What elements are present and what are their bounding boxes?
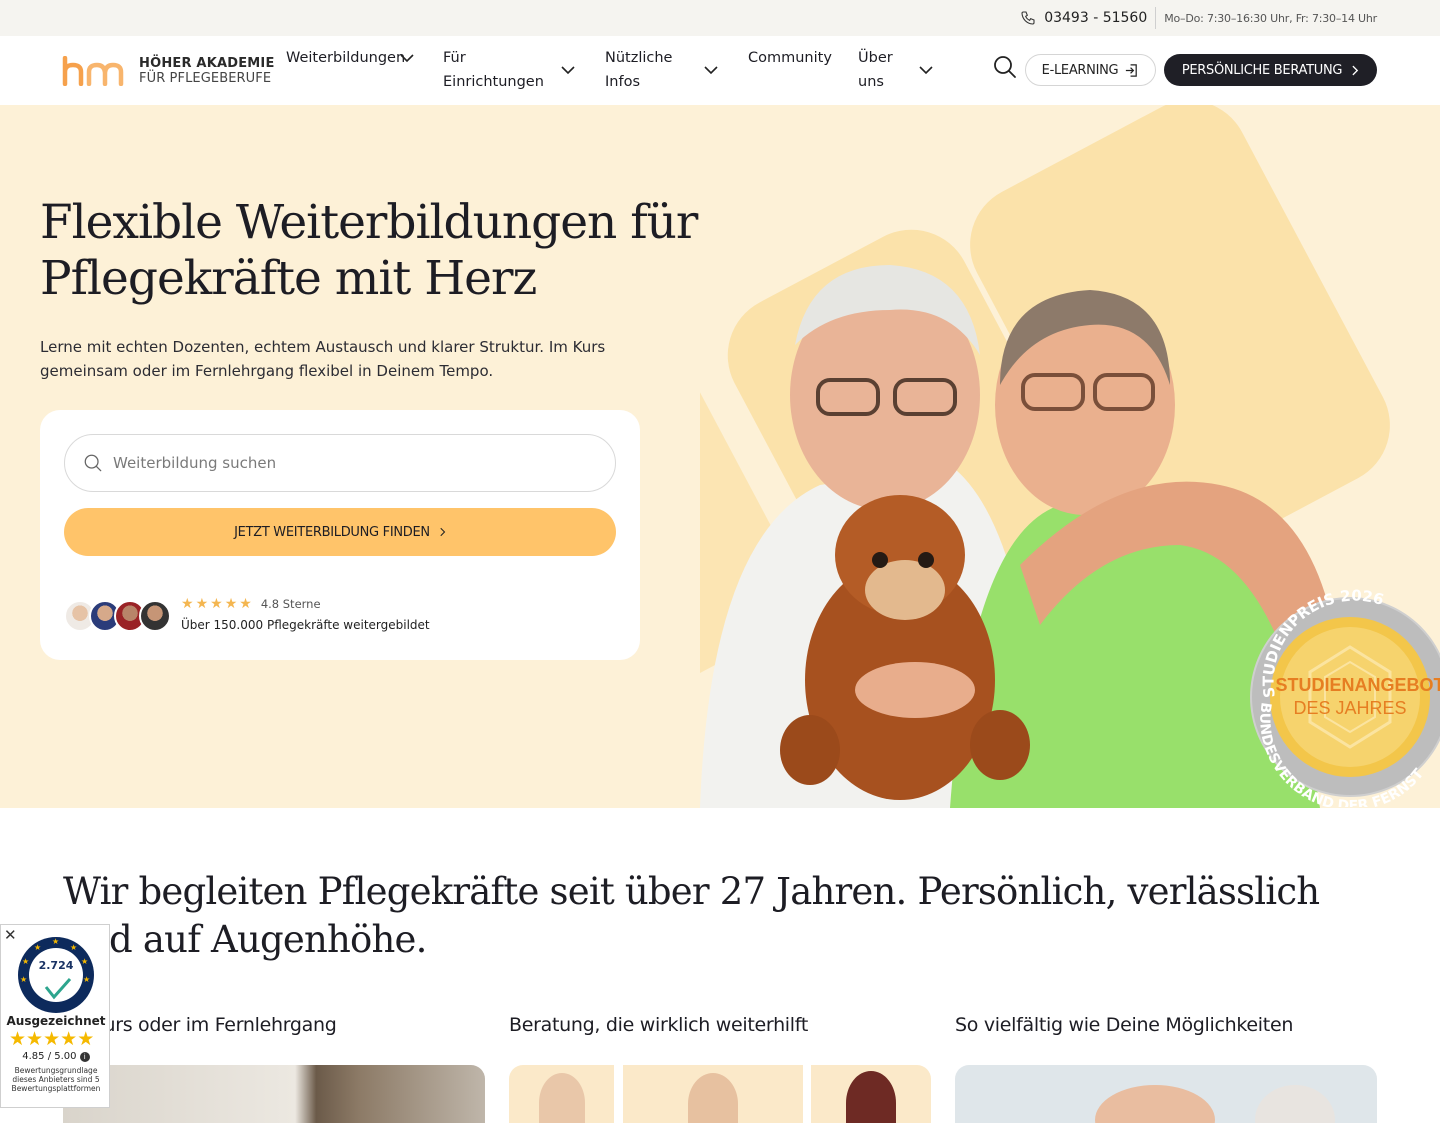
phone-link[interactable]: 03493 - 51560 <box>1020 7 1157 29</box>
phone-number: 03493 - 51560 <box>1044 10 1148 26</box>
chevron-down-icon <box>704 66 718 75</box>
star-icon: ★ <box>77 1028 95 1050</box>
nav-label: Weiterbildungen <box>286 50 406 66</box>
advisor-face <box>539 1073 585 1123</box>
consult-label: PERSÖNLICHE BERATUNG <box>1181 62 1343 78</box>
trust-stars: ★ ★ ★ ★ ★ <box>9 1030 94 1049</box>
search-button[interactable] <box>992 54 1018 80</box>
logo-line1: HÖHER AKADEMIE <box>139 55 275 71</box>
advisor-photo <box>623 1065 803 1123</box>
chevron-right-icon <box>1352 65 1359 75</box>
course-search-input[interactable] <box>113 454 593 472</box>
trust-score: 4.85 / 5.00 i <box>1 1051 111 1062</box>
nav-label: Für Einrichtungen <box>443 50 544 90</box>
possibilities-image[interactable] <box>955 1065 1377 1123</box>
logo-mark-icon <box>62 56 124 86</box>
trust-score-value: 4.85 / 5.00 <box>22 1051 77 1062</box>
info-icon[interactable]: i <box>79 1052 90 1062</box>
trusted-seal-icon: ★★★★ ★★★ <box>18 937 94 1013</box>
nav-label: Über uns <box>858 50 893 90</box>
login-icon <box>1126 63 1138 77</box>
logo[interactable]: HÖHER AKADEMIE FÜR PFLEGEBERUFE <box>62 56 275 86</box>
svg-text:★: ★ <box>20 975 27 984</box>
search-field-wrapper[interactable] <box>64 434 616 492</box>
search-card: JETZT WEITERBILDUNG FINDEN ★★★★★ 4.8 Ste… <box>40 410 640 660</box>
chevron-down-icon <box>561 66 575 75</box>
column-title: Beratung, die wirklich weiterhilft <box>509 1014 808 1036</box>
svg-text:★: ★ <box>34 943 41 952</box>
main-header: HÖHER AKADEMIE FÜR PFLEGEBERUFE Weiterbi… <box>0 36 1440 105</box>
star-icon: ★ <box>210 596 223 612</box>
svg-text:★: ★ <box>83 975 90 984</box>
svg-text:★: ★ <box>70 943 77 952</box>
section-title: Wir begleiten Pflegekräfte seit über 27 … <box>63 870 1320 961</box>
trusted-shops-widget[interactable]: ✕ ★ ★ ★ ★ ★ ★ ★ 2.724 Ausgezeichnet ★ ★ ★ ★ ★ 4.8… <box>0 924 110 1108</box>
star-icon: ★ <box>9 1028 27 1050</box>
nav-label: Community <box>748 50 832 66</box>
search-icon <box>84 454 102 472</box>
personal-consultation-button[interactable]: PERSÖNLICHE BERATUNG <box>1164 54 1377 86</box>
hero-subtitle: Lerne mit echten Dozenten, echtem Austau… <box>40 338 606 380</box>
logo-text: HÖHER AKADEMIE FÜR PFLEGEBERUFE <box>139 55 275 86</box>
trained-count: Über 150.000 Pflegekräfte weitergebildet <box>181 618 430 632</box>
star-icon: ★ <box>195 596 209 612</box>
logo-line2: FÜR PFLEGEBERUFE <box>139 70 272 86</box>
student-avatars <box>64 600 171 632</box>
find-course-label: JETZT WEITERBILDUNG FINDEN <box>234 524 430 540</box>
star-icon: ★ <box>60 1028 78 1050</box>
nav-fuer-einrichtungen[interactable]: Für Einrichtungen <box>443 46 575 94</box>
nav-ueber-uns[interactable]: Über uns <box>858 46 933 94</box>
star-icon: ★ <box>43 1028 61 1050</box>
trust-note: Bewertungsgrundlage dieses Anbieters sin… <box>11 1066 101 1093</box>
review-count: 2.724 <box>38 959 74 972</box>
advisor-face <box>688 1073 738 1123</box>
badge-main-line1: STUDIENANGEBOT <box>1275 675 1440 695</box>
nav-community[interactable]: Community <box>748 46 832 70</box>
hero-title: Flexible Weiterbildungen für Pflegekräft… <box>40 195 698 306</box>
trust-label: Ausgezeichnet <box>6 1014 106 1028</box>
advisors-image[interactable] <box>509 1065 931 1123</box>
svg-text:★: ★ <box>52 937 59 946</box>
star-icon: ★ <box>239 596 252 612</box>
rating-summary: ★ ★ ★ ★ ★ 4.8 Sterne Über 150.000 Pflegekräf… <box>181 596 430 632</box>
star-icon: ★ <box>181 596 194 612</box>
advisor-face <box>846 1071 896 1123</box>
nav-nuetzliche-infos[interactable]: Nützliche Infos <box>605 46 718 94</box>
star-icon: ★ <box>26 1028 44 1050</box>
person-face <box>1255 1085 1335 1123</box>
rating-stars: ★ ★ ★ ★ ★ 4.8 Sterne <box>181 596 430 612</box>
find-course-button[interactable]: JETZT WEITERBILDUNG FINDEN <box>64 508 616 556</box>
opening-hours: Mo–Do: 7:30–16:30 Uhr, Fr: 7:30–14 Uhr <box>1164 11 1377 25</box>
top-info-bar: 03493 - 51560 Mo–Do: 7:30–16:30 Uhr, Fr:… <box>0 0 1440 36</box>
advisor-photo <box>509 1065 614 1123</box>
close-icon[interactable]: ✕ <box>4 926 17 944</box>
column-title: So vielfältig wie Deine Möglichkeiten <box>955 1014 1294 1036</box>
award-seal: STUDIENPREIS 2026 BUNDESVERBAND DER FERN… <box>1250 587 1440 807</box>
star-icon: ★ <box>224 596 238 612</box>
chevron-down-icon <box>919 66 933 75</box>
nav-label: Nützliche Infos <box>605 50 673 90</box>
avatar <box>139 600 171 632</box>
course-room-image[interactable] <box>63 1065 485 1123</box>
badge-main-line2: DES JAHRES <box>1293 698 1406 718</box>
person-face <box>1095 1085 1215 1123</box>
advisor-photo <box>811 1065 931 1123</box>
rating-score: 4.8 Sterne <box>260 597 321 611</box>
elearning-label: E-LEARNING <box>1041 62 1119 78</box>
elearning-button[interactable]: E-LEARNING <box>1025 54 1156 86</box>
hero-section: Flexible Weiterbildungen für Pflegekräft… <box>0 105 1440 808</box>
chevron-right-icon <box>440 527 446 537</box>
search-icon <box>994 56 1016 78</box>
chevron-down-icon <box>400 54 414 63</box>
nav-weiterbildungen[interactable]: Weiterbildungen <box>286 46 426 70</box>
phone-icon <box>1021 11 1035 25</box>
